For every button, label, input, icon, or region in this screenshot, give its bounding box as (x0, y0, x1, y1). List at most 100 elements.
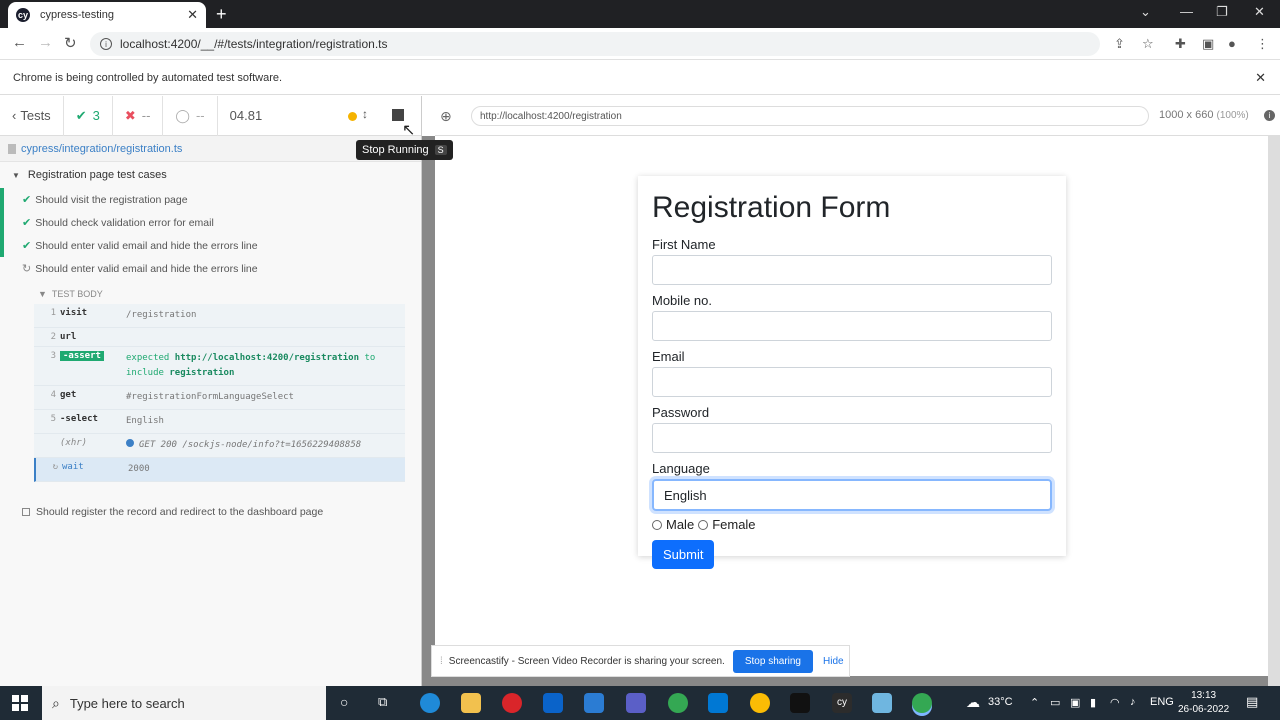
edge-icon[interactable] (420, 693, 440, 713)
suite-title[interactable]: ▼ Registration page test cases (0, 162, 421, 188)
xhr-status-dot (126, 439, 134, 447)
back-to-tests-label: Tests (20, 108, 51, 123)
back-to-tests-button[interactable]: ‹ Tests (0, 95, 64, 136)
failed-count[interactable]: ✖ -- (113, 95, 164, 136)
minimize-icon[interactable]: — (1180, 4, 1193, 19)
file-explorer-icon[interactable] (461, 693, 481, 713)
mobile-label: Mobile no. (652, 293, 712, 308)
test-pass-bar (0, 234, 4, 257)
language-select[interactable]: English (652, 479, 1052, 511)
windows-start-icon[interactable] (12, 695, 28, 711)
close-tab-icon[interactable]: ✕ (187, 7, 198, 23)
notepad-icon[interactable] (872, 693, 892, 713)
notification-icon[interactable]: ▤ (1246, 694, 1258, 710)
command-row[interactable]: 2 url (34, 328, 405, 347)
forward-icon[interactable]: → (38, 34, 53, 51)
chrome-active-icon[interactable] (912, 693, 932, 713)
cortana-icon[interactable]: ○ (340, 694, 348, 710)
terminal-icon[interactable] (790, 693, 810, 713)
weather-temp[interactable]: 33°C (988, 696, 1013, 708)
cypress-app-icon[interactable]: cy (832, 693, 852, 713)
auto-scroll-icon[interactable]: ↕ (362, 107, 368, 121)
tray-up-arrow-icon[interactable]: ⌃ (1030, 696, 1039, 709)
command-number: 4 (50, 390, 56, 400)
command-number: 1 (50, 308, 56, 318)
drag-handle-icon[interactable]: ⁞ (440, 656, 443, 667)
password-input[interactable] (652, 423, 1052, 453)
caret-down-icon: ▼ (38, 289, 47, 299)
address-bar[interactable]: i localhost:4200/__/#/tests/integration/… (90, 32, 1100, 56)
bookmark-star-icon[interactable]: ☆ (1142, 36, 1154, 52)
vscode-icon[interactable] (708, 693, 728, 713)
pending-count[interactable]: ◯ -- (163, 95, 218, 136)
input-language[interactable]: ENG (1150, 696, 1174, 708)
test-title: Should visit the registration page (35, 193, 188, 206)
chrome-menu-icon[interactable]: ⋮ (1256, 36, 1269, 52)
command-message: English (126, 416, 164, 426)
submit-button[interactable]: Submit (652, 540, 715, 569)
selector-playground-icon[interactable]: ⊕ (440, 108, 452, 125)
command-row[interactable]: (xhr) GET 200 /sockjs-node/info?t=165622… (34, 434, 405, 458)
back-icon[interactable]: ← (12, 34, 27, 51)
clock-time: 13:13 (1191, 690, 1217, 701)
taskbar-clock[interactable]: 13:13 26-06-2022 (1178, 689, 1229, 717)
first-name-input[interactable] (652, 255, 1052, 285)
test-item[interactable]: ✔ Should enter valid email and hide the … (0, 234, 421, 257)
task-view-icon[interactable]: ⧉ (378, 694, 387, 710)
command-row[interactable]: 4 get #registrationFormLanguageSelect (34, 386, 405, 410)
caret-down-icon: ▼ (12, 170, 20, 180)
male-radio[interactable] (652, 519, 662, 530)
tab-search-icon[interactable]: ⌄ (1140, 4, 1151, 20)
profile-avatar-icon[interactable]: ● (1228, 36, 1236, 51)
weather-cloud-icon[interactable]: ☁ (966, 694, 980, 711)
command-row[interactable]: 3 -assert expected http://localhost:4200… (34, 347, 405, 386)
viewport-info-icon[interactable]: i (1264, 110, 1275, 121)
chrome-canary-icon[interactable] (750, 693, 770, 713)
aut-url-bar[interactable]: http://localhost:4200/registration (471, 106, 1149, 126)
side-panel-icon[interactable]: ▣ (1202, 36, 1214, 52)
site-info-icon[interactable]: i (100, 38, 112, 50)
new-tab-icon[interactable]: + (216, 4, 227, 25)
email-input[interactable] (652, 367, 1052, 397)
mail-icon[interactable] (584, 693, 604, 713)
duration: 04.81 (218, 96, 275, 136)
share-icon[interactable]: ⇪ (1114, 36, 1125, 52)
aut-scrollbar[interactable] (1268, 136, 1280, 686)
taskbar-search[interactable]: ⌕ Type here to search (42, 686, 326, 720)
extensions-icon[interactable]: ✚ (1175, 36, 1186, 52)
mobile-input[interactable] (652, 311, 1052, 341)
teams-icon[interactable] (626, 693, 646, 713)
failed-count-value: -- (141, 108, 151, 123)
infobar-close-icon[interactable]: ✕ (1255, 70, 1266, 86)
wifi-icon[interactable]: ◠ (1110, 696, 1120, 709)
volume-icon[interactable]: ♪ (1130, 696, 1136, 708)
stop-sharing-button[interactable]: Stop sharing (732, 649, 813, 673)
window-close-icon[interactable]: ✕ (1254, 4, 1265, 20)
test-item[interactable]: ✔ Should check validation error for emai… (0, 211, 421, 234)
chrome-icon[interactable] (668, 693, 688, 713)
clock-date: 26-06-2022 (1178, 704, 1230, 715)
passed-count[interactable]: ✔ 3 (64, 95, 113, 136)
command-row[interactable]: 5 -select English (34, 410, 405, 434)
password-label: Password (652, 405, 710, 420)
command-row-active[interactable]: ↻ wait 2000 (34, 458, 405, 482)
network-adapter-icon[interactable]: ▣ (1070, 696, 1080, 709)
reload-icon[interactable]: ↻ (64, 34, 77, 52)
command-row[interactable]: 1 visit /registration (34, 304, 405, 328)
language-select-value: English (664, 487, 707, 503)
opera-icon[interactable] (502, 693, 522, 713)
female-radio[interactable] (698, 519, 709, 530)
browser-tab[interactable]: cy cypress-testing ✕ (8, 2, 206, 28)
maximize-icon[interactable]: ❐ (1216, 4, 1228, 20)
test-item-running[interactable]: ↻ Should enter valid email and hide the … (0, 257, 421, 280)
hide-sharebar-link[interactable]: Hide (823, 656, 844, 667)
test-item-pending[interactable]: Should register the record and redirect … (0, 500, 421, 523)
store-icon[interactable] (543, 693, 563, 713)
email-label: Email (652, 349, 685, 364)
test-body-header[interactable]: ▼ TEST BODY (0, 284, 421, 304)
test-item[interactable]: ✔ Should visit the registration page (0, 188, 421, 211)
usb-icon[interactable]: ▭ (1050, 696, 1060, 709)
pending-square-icon (22, 507, 30, 516)
stop-running-tooltip: Stop Running S (356, 140, 453, 160)
battery-icon[interactable]: ▮ (1090, 696, 1096, 709)
